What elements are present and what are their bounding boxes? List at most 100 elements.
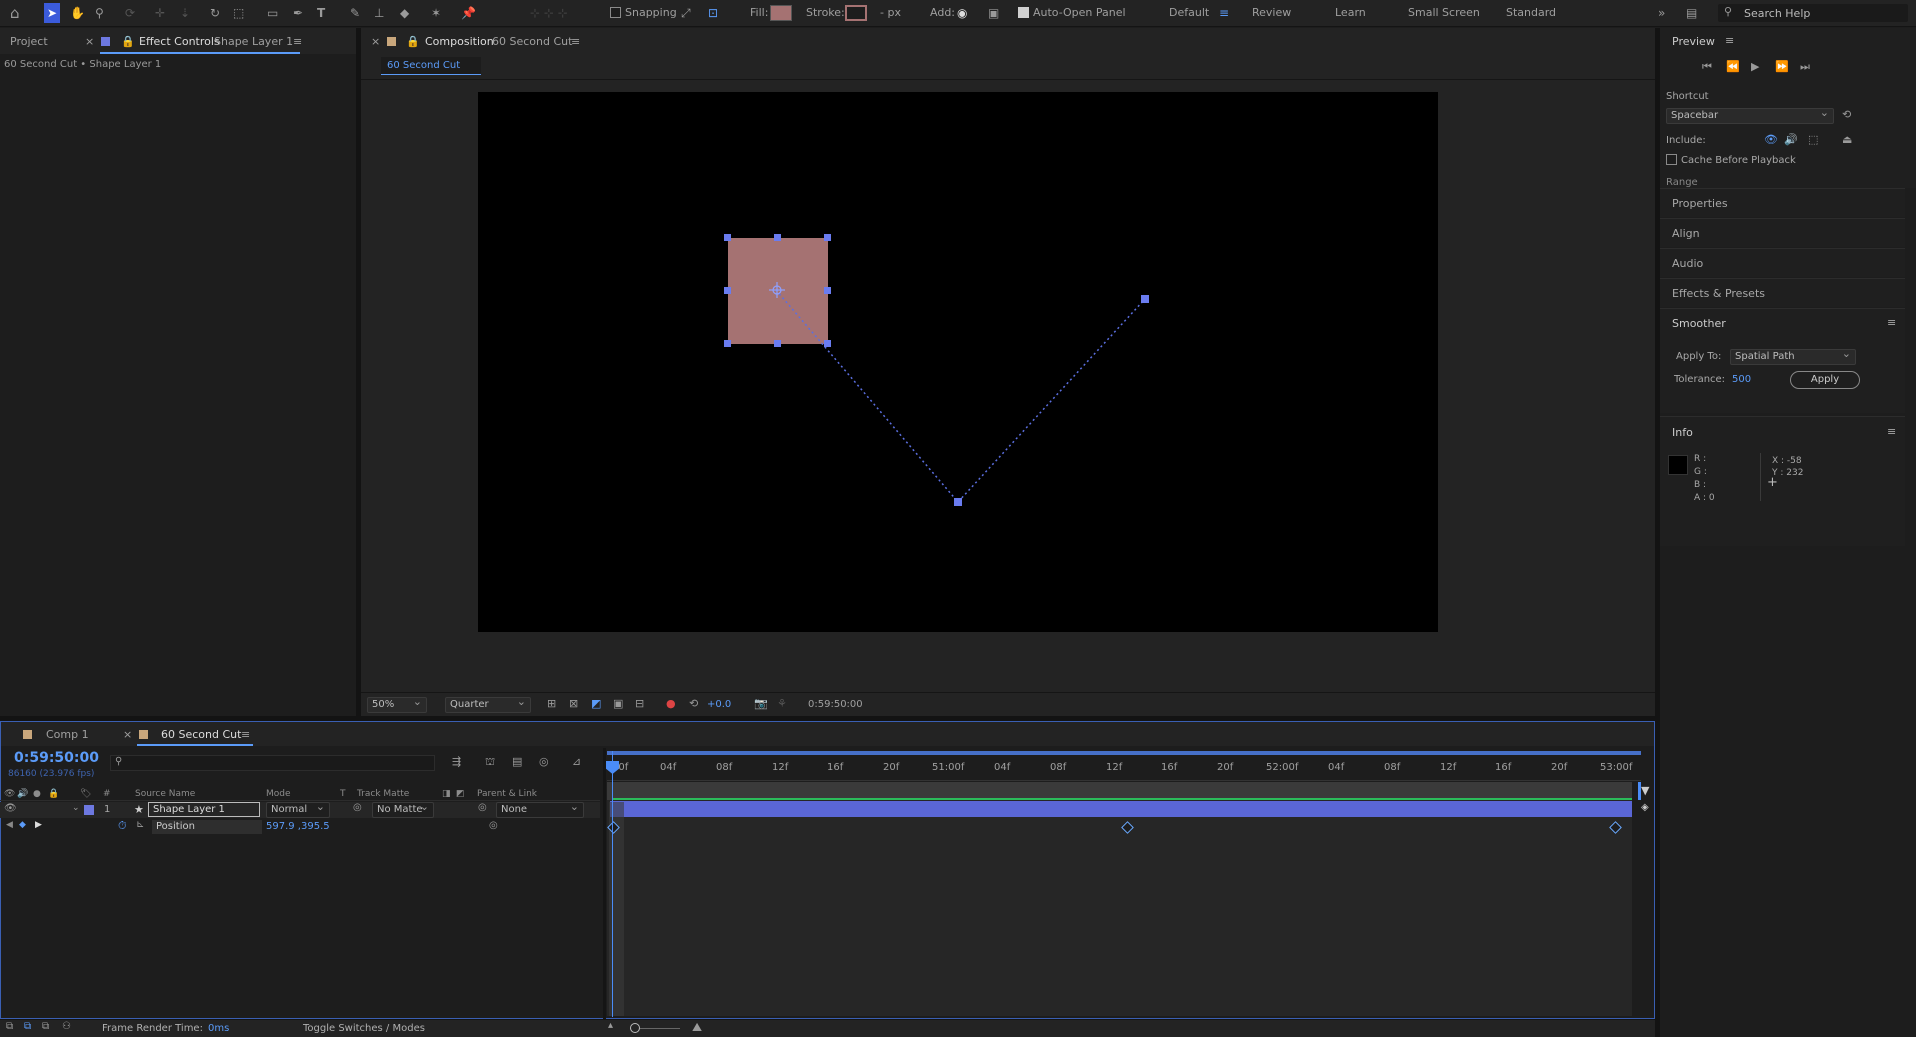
parent-dropdown[interactable]: None bbox=[496, 800, 584, 818]
next-keyframe-icon[interactable]: ▶ bbox=[35, 820, 42, 830]
workspace-review[interactable]: Review bbox=[1252, 6, 1291, 19]
roto-brush-tool-icon[interactable]: ✶ bbox=[431, 3, 441, 23]
play-icon[interactable]: ▶ bbox=[1751, 60, 1759, 73]
bbox-handle[interactable] bbox=[724, 287, 731, 294]
reset-exposure-icon[interactable]: ⟲ bbox=[689, 697, 698, 710]
path-keyframe-point[interactable] bbox=[1141, 295, 1149, 303]
zoom-dropdown[interactable]: 50% bbox=[367, 695, 427, 713]
show-snapshot-icon[interactable]: ⚘ bbox=[777, 697, 787, 710]
expand-layer-chevron-icon[interactable]: ⌄ bbox=[72, 803, 80, 813]
tab-project[interactable]: Project bbox=[10, 35, 48, 48]
render-time-icon[interactable]: ⚇ bbox=[62, 1021, 71, 1032]
previous-frame-icon[interactable]: ⏪ bbox=[1726, 60, 1740, 73]
transparency-grid-icon[interactable]: ⊠ bbox=[569, 697, 578, 710]
info-menu-icon[interactable]: ≡ bbox=[1887, 425, 1896, 438]
position-property-name[interactable]: Position bbox=[152, 820, 262, 834]
panel-icon[interactable]: ▣ bbox=[988, 3, 999, 23]
workspace-standard[interactable]: Standard bbox=[1506, 6, 1556, 19]
close-timeline-tab-icon[interactable]: × bbox=[123, 728, 132, 741]
auto-open-checkbox[interactable] bbox=[1018, 7, 1029, 18]
first-frame-icon[interactable]: ⏮ bbox=[1702, 60, 1712, 74]
properties-panel-header[interactable]: Properties bbox=[1660, 188, 1905, 217]
zoom-tool-icon[interactable]: ⚲ bbox=[95, 3, 104, 23]
lock-icon[interactable]: 🔒 bbox=[121, 35, 135, 48]
panel-menu-icon[interactable]: ≡ bbox=[293, 35, 302, 48]
stroke-width-value[interactable]: - px bbox=[880, 6, 901, 19]
frame-blending-icon[interactable]: ▤ bbox=[512, 755, 522, 768]
expand-transfer-icon[interactable]: ⧉ bbox=[24, 1021, 31, 1032]
next-frame-icon[interactable]: ⏩ bbox=[1775, 60, 1789, 73]
close-tab-icon[interactable]: × bbox=[85, 35, 94, 48]
bbox-handle[interactable] bbox=[824, 234, 831, 241]
fill-color-swatch[interactable] bbox=[770, 5, 792, 21]
position-property-value[interactable]: 597.9 ,395.5 bbox=[266, 821, 330, 832]
timeline-menu-icon[interactable]: ≡ bbox=[241, 728, 250, 741]
exposure-value[interactable]: +0.0 bbox=[707, 699, 731, 710]
bbox-handle[interactable] bbox=[774, 340, 781, 347]
composition-canvas[interactable] bbox=[478, 92, 1438, 632]
brush-tool-icon[interactable]: ✎ bbox=[350, 3, 360, 23]
snapshot-icon[interactable]: 📷 bbox=[754, 697, 768, 710]
screen-icon[interactable]: ▤ bbox=[1686, 3, 1697, 23]
playhead-line[interactable] bbox=[612, 751, 613, 1017]
preview-menu-icon[interactable]: ≡ bbox=[1725, 34, 1734, 47]
draft-3d-icon[interactable]: ⛫ bbox=[485, 755, 495, 770]
workspace-menu-icon[interactable]: ≡ bbox=[1219, 3, 1229, 23]
orbit-tool-icon[interactable]: ⟳ bbox=[125, 3, 135, 23]
audio-panel-header[interactable]: Audio bbox=[1660, 248, 1905, 277]
matte-source-icon[interactable]: ◎ bbox=[353, 802, 362, 813]
pen-tool-icon[interactable]: ✒ bbox=[293, 3, 303, 23]
bbox-handle[interactable] bbox=[774, 234, 781, 241]
parent-pickwhip-icon[interactable]: ◎ bbox=[478, 802, 487, 813]
close-comp-tab-icon[interactable]: × bbox=[371, 35, 380, 48]
t-header[interactable]: T bbox=[340, 789, 346, 799]
mode-header[interactable]: Mode bbox=[266, 789, 291, 799]
align-panel-header[interactable]: Align bbox=[1660, 218, 1905, 247]
color-channels-icon[interactable]: ● bbox=[666, 697, 676, 710]
dolly-tool-icon[interactable]: ⇣ bbox=[180, 3, 190, 23]
tab-effect-controls[interactable]: Effect Controls bbox=[139, 35, 220, 48]
track-area[interactable] bbox=[607, 782, 1632, 1016]
comp-mini-flowchart-icon[interactable]: ⇶ bbox=[452, 755, 461, 768]
motion-blur-icon[interactable]: ◎ bbox=[539, 755, 549, 768]
layer-name[interactable]: Shape Layer 1 bbox=[148, 802, 260, 817]
layer-visibility-icon[interactable]: 👁 bbox=[4, 803, 17, 814]
add-keyframe-icon[interactable]: ◆ bbox=[19, 820, 26, 830]
smoother-menu-icon[interactable]: ≡ bbox=[1887, 316, 1896, 329]
expression-pickwhip-icon[interactable]: ◎ bbox=[489, 820, 498, 831]
cache-checkbox[interactable] bbox=[1666, 154, 1677, 165]
more-workspaces-icon[interactable]: » bbox=[1658, 3, 1665, 23]
graph-editor-icon[interactable]: ⊿ bbox=[572, 755, 581, 768]
zoom-in-icon[interactable]: ⛰ bbox=[692, 1020, 702, 1035]
hand-tool-icon[interactable]: ✋ bbox=[70, 3, 85, 23]
graph-toggle-icon[interactable]: ⊾ bbox=[136, 819, 144, 830]
eraser-tool-icon[interactable]: ◆ bbox=[400, 3, 409, 23]
comp-subtab[interactable]: 60 Second Cut bbox=[381, 57, 481, 75]
pan-tool-icon[interactable]: ✛ bbox=[155, 3, 165, 23]
parent-link-header[interactable]: Parent & Link bbox=[477, 789, 537, 799]
path-keyframe-point[interactable] bbox=[954, 498, 962, 506]
selection-tool-icon[interactable]: ➤ bbox=[44, 3, 60, 23]
timeline-zoom-thumb[interactable] bbox=[630, 1023, 640, 1033]
source-name-header[interactable]: Source Name bbox=[135, 789, 195, 799]
expand-stretch-icon[interactable]: ⧉ bbox=[42, 1021, 49, 1032]
apply-to-dropdown[interactable]: Spatial Path bbox=[1730, 347, 1856, 365]
snapping-toggle[interactable]: Snapping bbox=[610, 6, 677, 19]
comp-tab-name[interactable]: 60 Second Cut bbox=[492, 35, 572, 48]
clone-stamp-tool-icon[interactable]: ⊥ bbox=[374, 3, 384, 23]
include-audio-icon[interactable]: 🔊 bbox=[1784, 133, 1798, 146]
comp-end-marker-icon[interactable]: ▼ bbox=[1641, 784, 1649, 797]
rectangle-tool-icon[interactable]: ▭ bbox=[267, 3, 278, 23]
comp-panel-menu-icon[interactable]: ≡ bbox=[571, 35, 580, 48]
cache-before-playback-toggle[interactable]: Cache Before Playback bbox=[1666, 154, 1796, 166]
home-icon[interactable]: ⌂ bbox=[10, 3, 20, 23]
viewer-timecode[interactable]: 0:59:50:00 bbox=[808, 699, 863, 710]
time-ruler[interactable] bbox=[607, 755, 1641, 781]
snap-options-icon[interactable]: ⤢ bbox=[681, 3, 691, 23]
snap-grid-icon[interactable]: ⊡ bbox=[708, 3, 718, 23]
comp-lock-icon[interactable]: 🔒 bbox=[406, 35, 420, 48]
mask-visibility-icon[interactable]: ◩ bbox=[591, 697, 601, 710]
bbox-handle[interactable] bbox=[824, 287, 831, 294]
layer-mode-dropdown[interactable]: Normal bbox=[266, 800, 330, 818]
snapping-checkbox[interactable] bbox=[610, 7, 621, 18]
